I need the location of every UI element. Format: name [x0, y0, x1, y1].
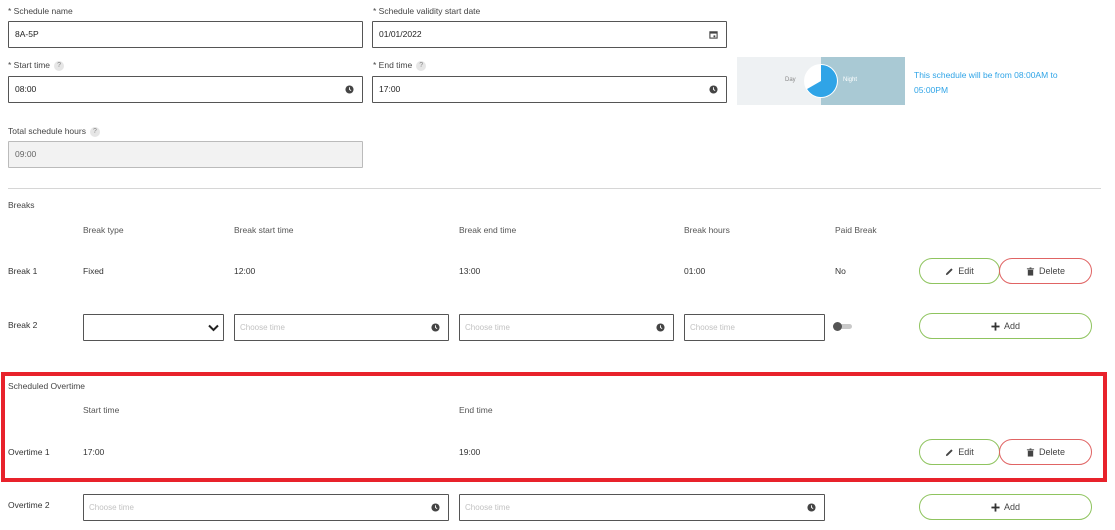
- header-break-start: Break start time: [234, 225, 294, 235]
- header-break-end: Break end time: [459, 225, 517, 235]
- delete-label: Delete: [1038, 266, 1065, 276]
- help-icon[interactable]: ?: [54, 60, 65, 71]
- break-1-end: 13:00: [459, 266, 481, 276]
- overtime-end-time-input[interactable]: Choose time: [459, 494, 825, 521]
- total-hours-value: 09:00: [15, 149, 37, 159]
- help-icon[interactable]: ?: [416, 60, 427, 71]
- overtime-start-placeholder: Choose time: [89, 503, 134, 512]
- break-1-delete-button[interactable]: Delete: [999, 258, 1092, 284]
- start-time-value: 08:00: [15, 84, 37, 94]
- overtime-1-label: Overtime 1: [8, 447, 50, 457]
- schedule-summary-text: This schedule will be from 08:00AM to 05…: [914, 70, 1058, 95]
- validity-date-label: * Schedule validity start date: [373, 6, 481, 16]
- total-hours-input: 09:00: [8, 141, 363, 168]
- paid-break-toggle[interactable]: [833, 322, 853, 331]
- toggle-knob: [833, 322, 842, 331]
- total-hours-label: Total schedule hours?: [8, 126, 100, 137]
- header-break-type: Break type: [83, 225, 124, 235]
- break-start-placeholder: Choose time: [240, 323, 285, 332]
- header-break-hours: Break hours: [684, 225, 730, 235]
- break-1-type: Fixed: [83, 266, 104, 276]
- delete-label: Delete: [1038, 447, 1065, 457]
- break-1-start: 12:00: [234, 266, 256, 276]
- validity-date-value: 01/01/2022: [379, 29, 422, 39]
- schedule-name-label: * Schedule name: [8, 6, 73, 16]
- overtime-1-end: 19:00: [459, 447, 481, 457]
- clock-icon[interactable]: [431, 503, 440, 512]
- overtime-end-placeholder: Choose time: [465, 503, 510, 512]
- break-1-edit-button[interactable]: Edit: [919, 258, 1000, 284]
- end-time-input[interactable]: 17:00: [372, 76, 727, 103]
- header-paid-break: Paid Break: [835, 225, 877, 235]
- schedule-name-input[interactable]: 8A-5P: [8, 21, 363, 48]
- break-start-time-input[interactable]: Choose time: [234, 314, 449, 341]
- add-break-button[interactable]: Add: [919, 313, 1092, 339]
- day-label: Day: [785, 77, 796, 83]
- overtime-start-time-input[interactable]: Choose time: [83, 494, 449, 521]
- clock-icon[interactable]: [656, 323, 665, 332]
- end-time-label: * End time?: [373, 60, 427, 71]
- start-time-label: * Start time?: [8, 60, 65, 71]
- trash-icon: [1026, 266, 1035, 276]
- start-time-input[interactable]: 08:00: [8, 76, 363, 103]
- breaks-section-title: Breaks: [8, 200, 35, 210]
- trash-icon: [1026, 447, 1035, 457]
- overtime-section-title: Scheduled Overtime: [8, 381, 86, 391]
- plus-icon: [991, 321, 1000, 331]
- break-hours-input[interactable]: Choose time: [684, 314, 825, 341]
- break-end-time-input[interactable]: Choose time: [459, 314, 674, 341]
- chevron-down-icon: [208, 324, 219, 332]
- night-label: Night: [843, 77, 858, 83]
- break-1-paid: No: [835, 266, 846, 276]
- add-label: Add: [1003, 321, 1020, 331]
- pencil-icon: [946, 267, 953, 275]
- clock-icon[interactable]: [431, 323, 440, 332]
- add-label: Add: [1003, 502, 1020, 512]
- clock-icon[interactable]: [807, 503, 816, 512]
- header-overtime-start: Start time: [83, 405, 120, 415]
- day-night-indicator: Day Night: [737, 57, 905, 105]
- overtime-2-label: Overtime 2: [8, 500, 50, 510]
- overtime-highlight-box: [1, 372, 1107, 482]
- overtime-1-edit-button[interactable]: Edit: [919, 439, 1000, 465]
- schedule-name-value: 8A-5P: [15, 29, 39, 39]
- overtime-1-delete-button[interactable]: Delete: [999, 439, 1092, 465]
- break-2-label: Break 2: [8, 320, 38, 330]
- add-overtime-button[interactable]: Add: [919, 494, 1092, 520]
- break-1-hours: 01:00: [684, 266, 706, 276]
- calendar-icon[interactable]: [709, 30, 718, 39]
- header-overtime-end: End time: [459, 405, 493, 415]
- plus-icon: [991, 502, 1000, 512]
- break-hours-placeholder: Choose time: [690, 323, 735, 332]
- pencil-icon: [946, 448, 953, 456]
- break-1-label: Break 1: [8, 266, 38, 276]
- clock-icon[interactable]: [345, 85, 354, 94]
- break-end-placeholder: Choose time: [465, 323, 510, 332]
- section-divider: [8, 188, 1101, 189]
- end-time-value: 17:00: [379, 84, 401, 94]
- edit-label: Edit: [958, 447, 974, 457]
- overtime-1-start: 17:00: [83, 447, 105, 457]
- edit-label: Edit: [958, 266, 974, 276]
- schedule-clock-chart: [804, 64, 838, 98]
- help-icon[interactable]: ?: [89, 126, 100, 137]
- clock-icon[interactable]: [709, 85, 718, 94]
- validity-date-input[interactable]: 01/01/2022: [372, 21, 727, 48]
- break-type-select[interactable]: [83, 314, 224, 341]
